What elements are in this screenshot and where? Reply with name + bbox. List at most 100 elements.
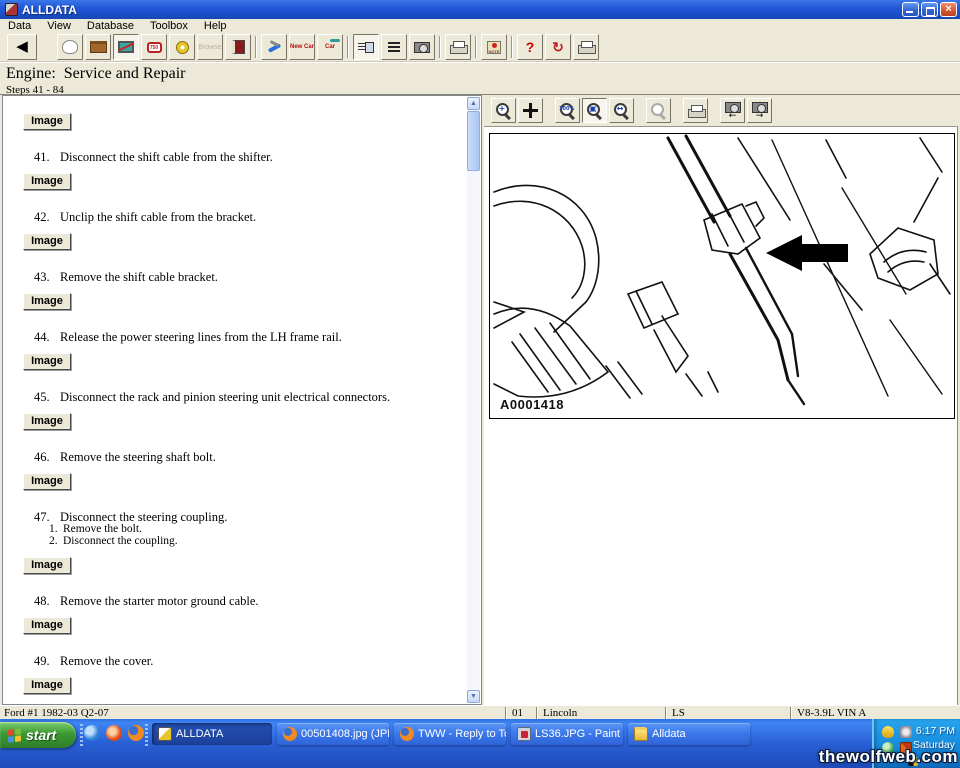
quick-launch-mail-icon[interactable] bbox=[106, 725, 122, 741]
menu-toolbox[interactable]: Toolbox bbox=[142, 19, 196, 33]
diagnostics-button[interactable] bbox=[113, 34, 139, 60]
window-controls: × bbox=[902, 2, 957, 17]
text-only-view-button[interactable] bbox=[381, 34, 407, 60]
zoom-fit-icon: ▣ bbox=[586, 102, 603, 119]
step-47: 47.Disconnect the steering coupling. bbox=[34, 511, 467, 523]
refresh-icon: ↻ bbox=[552, 39, 564, 56]
content-area: Image 41.Disconnect the shift cable from… bbox=[0, 95, 960, 705]
previous-image-button[interactable]: ← bbox=[720, 98, 745, 123]
image-button[interactable]: Image bbox=[23, 173, 71, 190]
illustration-label: A0001418 bbox=[500, 397, 564, 412]
folder-icon bbox=[634, 727, 648, 741]
image-button[interactable]: Image bbox=[23, 233, 71, 250]
dog-mascot-icon bbox=[62, 40, 78, 54]
task-jpeg-image[interactable]: 00501408.jpg (JPEG ... bbox=[277, 723, 389, 745]
wrench-icon bbox=[267, 41, 282, 54]
text-with-images-view-button[interactable] bbox=[353, 34, 379, 60]
refresh-button[interactable]: ↻ bbox=[545, 34, 571, 60]
repair-manual-button[interactable] bbox=[225, 34, 251, 60]
image-button[interactable]: Image bbox=[23, 293, 71, 310]
gauge-icon: 750 bbox=[147, 42, 162, 53]
status-engine: V8-3.9L VIN A bbox=[797, 707, 866, 719]
help-button[interactable]: ? bbox=[517, 34, 543, 60]
image-button[interactable]: Image bbox=[23, 473, 71, 490]
toolbox-button[interactable] bbox=[85, 34, 111, 60]
list-image-icon bbox=[358, 41, 374, 53]
zoom-width-icon: ↔ bbox=[613, 102, 630, 119]
step-45: 45.Disconnect the rack and pinion steeri… bbox=[34, 391, 467, 403]
step-47-sub-1: 1.Remove the bolt. bbox=[49, 524, 467, 535]
zoom-fit-button[interactable]: ▣ bbox=[582, 98, 607, 123]
gauge-button[interactable]: 750 bbox=[141, 34, 167, 60]
firefox-icon bbox=[283, 727, 297, 741]
restore-button[interactable] bbox=[921, 2, 938, 17]
scroll-down-button[interactable]: ▼ bbox=[467, 690, 480, 703]
callout-arrow bbox=[766, 235, 848, 271]
technical-illustration: A0001418 bbox=[489, 133, 955, 419]
maintenance-schedule-button[interactable] bbox=[169, 34, 195, 60]
taskbar: start ALLDATA 00501408.jpg (JPEG ... TWW… bbox=[0, 719, 960, 768]
printer-setup-icon bbox=[578, 41, 594, 53]
close-button[interactable]: × bbox=[940, 2, 957, 17]
status-make: Lincoln bbox=[543, 707, 577, 719]
procedure-pane: Image 41.Disconnect the shift cable from… bbox=[2, 95, 482, 705]
image-button[interactable]: Image bbox=[23, 677, 71, 694]
notes-button[interactable]: NOTE bbox=[481, 34, 507, 60]
menu-data[interactable]: Data bbox=[0, 19, 39, 33]
zoom-out-button bbox=[646, 98, 671, 123]
tray-burst-icon[interactable] bbox=[900, 726, 912, 738]
quick-launch-browser-icon[interactable] bbox=[84, 725, 100, 741]
status-model: LS bbox=[672, 707, 685, 719]
minimize-button[interactable] bbox=[902, 2, 919, 17]
scrollbar-thumb[interactable] bbox=[467, 111, 480, 171]
image-button[interactable]: Image bbox=[23, 413, 71, 430]
step-48: 48.Remove the starter motor ground cable… bbox=[34, 595, 467, 607]
quick-launch-firefox-icon[interactable] bbox=[128, 725, 144, 741]
toolbar-separator bbox=[347, 36, 349, 58]
new-car-button[interactable]: New Car bbox=[289, 34, 315, 60]
zoom-width-button[interactable]: ↔ bbox=[609, 98, 634, 123]
print-button[interactable] bbox=[445, 34, 471, 60]
car-icon: Car bbox=[325, 44, 335, 51]
scroll-up-button[interactable]: ▲ bbox=[467, 97, 480, 110]
next-image-button[interactable]: → bbox=[747, 98, 772, 123]
quick-launch-handle[interactable] bbox=[80, 724, 83, 746]
start-button[interactable]: start bbox=[0, 722, 76, 748]
tray-time: 6:17 PM bbox=[913, 724, 955, 738]
menu-help[interactable]: Help bbox=[196, 19, 235, 33]
car-key-button[interactable]: Car bbox=[317, 34, 343, 60]
task-paint[interactable]: LS36.JPG - Paint bbox=[511, 723, 623, 745]
tray-shield-icon[interactable] bbox=[882, 726, 894, 738]
task-alldata-window[interactable]: ALLDATA bbox=[152, 723, 272, 745]
zoom-100-icon: 100% bbox=[559, 102, 576, 119]
image-button[interactable]: Image bbox=[23, 113, 71, 130]
zoom-in-icon: + bbox=[495, 102, 512, 119]
mascot-button[interactable] bbox=[57, 34, 83, 60]
menu-view[interactable]: View bbox=[39, 19, 79, 33]
pan-button[interactable] bbox=[518, 98, 543, 123]
taskband-handle[interactable] bbox=[145, 724, 148, 746]
menu-database[interactable]: Database bbox=[79, 19, 142, 33]
monitor-wrench-icon bbox=[118, 41, 134, 53]
firefox-icon bbox=[400, 727, 414, 741]
toolbar-separator bbox=[511, 36, 513, 58]
back-button[interactable]: ◀ bbox=[7, 34, 37, 60]
task-alldata-folder[interactable]: Alldata bbox=[628, 723, 750, 745]
print-image-button[interactable] bbox=[683, 98, 708, 123]
steps-list: Image 41.Disconnect the shift cable from… bbox=[3, 96, 467, 704]
tools-button[interactable] bbox=[261, 34, 287, 60]
toolbar-separator bbox=[439, 36, 441, 58]
images-view-button[interactable] bbox=[409, 34, 435, 60]
image-button[interactable]: Image bbox=[23, 557, 71, 574]
print-setup-button[interactable] bbox=[573, 34, 599, 60]
window-title: ALLDATA bbox=[22, 3, 77, 17]
note-pin-icon: NOTE bbox=[487, 41, 501, 54]
vertical-scrollbar[interactable]: ▲ ▼ bbox=[467, 97, 480, 703]
step-43: 43.Remove the shift cable bracket. bbox=[34, 271, 467, 283]
image-button[interactable]: Image bbox=[23, 353, 71, 370]
task-forum-reply[interactable]: TWW - Reply to Topic... bbox=[394, 723, 506, 745]
zoom-100-button[interactable]: 100% bbox=[555, 98, 580, 123]
zoom-in-button[interactable]: + bbox=[491, 98, 516, 123]
line-art bbox=[490, 134, 954, 418]
image-button[interactable]: Image bbox=[23, 617, 71, 634]
